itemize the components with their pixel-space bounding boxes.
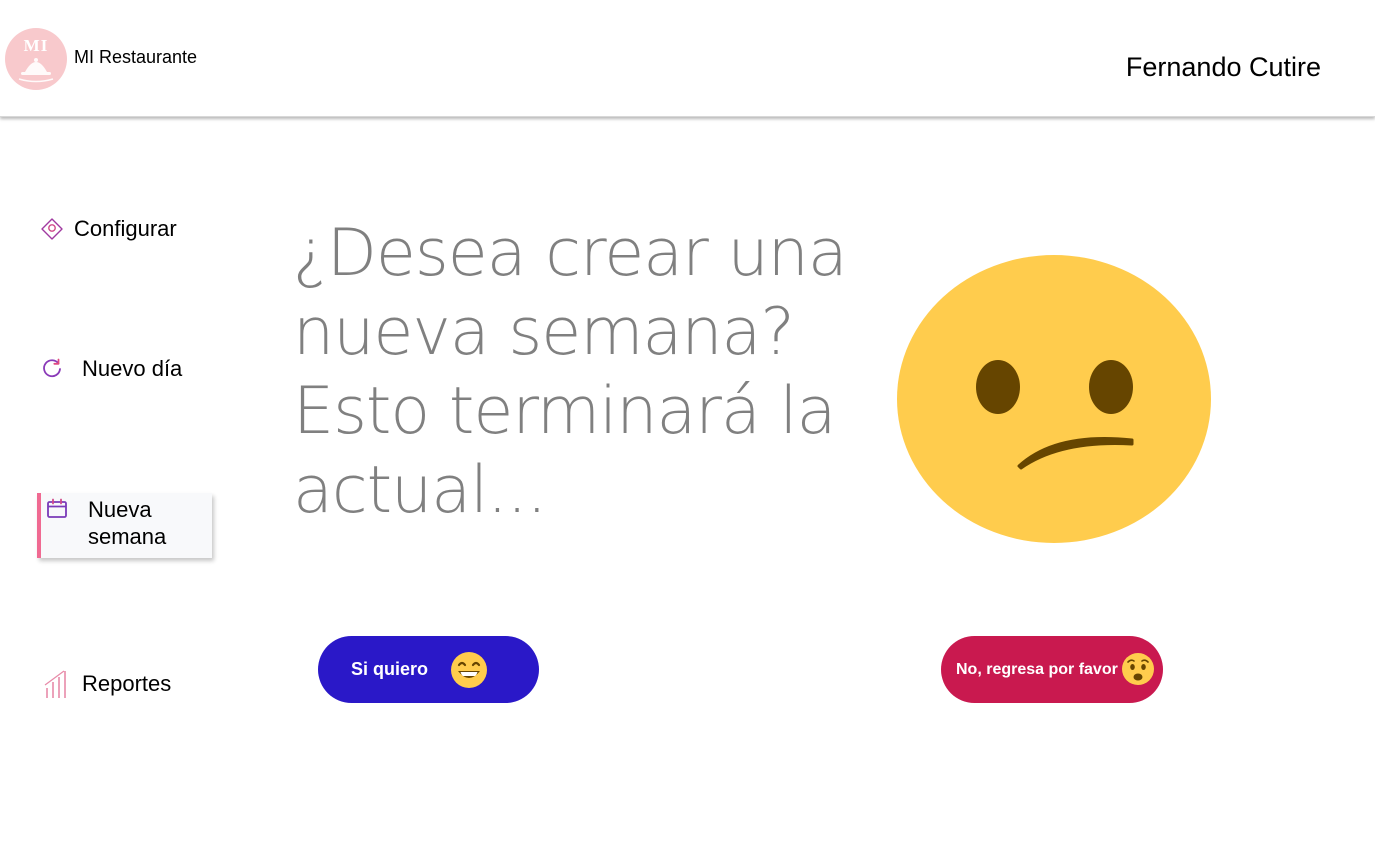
refresh-icon bbox=[41, 357, 63, 384]
cancel-button-label: No, regresa por favor bbox=[956, 661, 1118, 678]
sidebar-item-nuevo-dia[interactable]: Nuevo día bbox=[36, 345, 216, 393]
confirmation-question: ¿Desea crear una nueva semana? Esto term… bbox=[293, 216, 848, 528]
app-title: MI Restaurante bbox=[74, 47, 198, 67]
bar-chart-icon bbox=[44, 668, 70, 705]
sidebar-item-configurar[interactable]: Configurar bbox=[36, 205, 216, 253]
app-header: MI MI Restaurante Fernando Cutire bbox=[0, 0, 1375, 117]
sidebar-item-label: Reportes bbox=[82, 671, 172, 696]
sidebar-item-label: Nueva semana bbox=[88, 497, 167, 549]
grinning-face-icon bbox=[451, 652, 487, 691]
worried-face-icon bbox=[1122, 653, 1154, 688]
sidebar-item-nueva-semana[interactable]: Nueva semana bbox=[37, 493, 212, 558]
confirm-new-week-button[interactable]: Si quiero bbox=[318, 636, 539, 703]
calendar-icon bbox=[46, 498, 68, 525]
sidebar-item-label: Nuevo día bbox=[82, 356, 183, 381]
confused-face-icon bbox=[896, 254, 1212, 549]
confirm-button-label: Si quiero bbox=[351, 659, 429, 679]
cancel-go-back-button[interactable]: No, regresa por favor bbox=[941, 636, 1163, 703]
sidebar-item-label: Configurar bbox=[74, 216, 177, 241]
sidebar-item-reportes[interactable]: Reportes bbox=[36, 660, 216, 708]
restaurant-logo[interactable]: MI bbox=[5, 28, 67, 90]
gear-diamond-icon bbox=[40, 217, 64, 246]
user-name[interactable]: Fernando Cutire bbox=[1126, 52, 1321, 83]
cloche-icon bbox=[18, 58, 54, 83]
